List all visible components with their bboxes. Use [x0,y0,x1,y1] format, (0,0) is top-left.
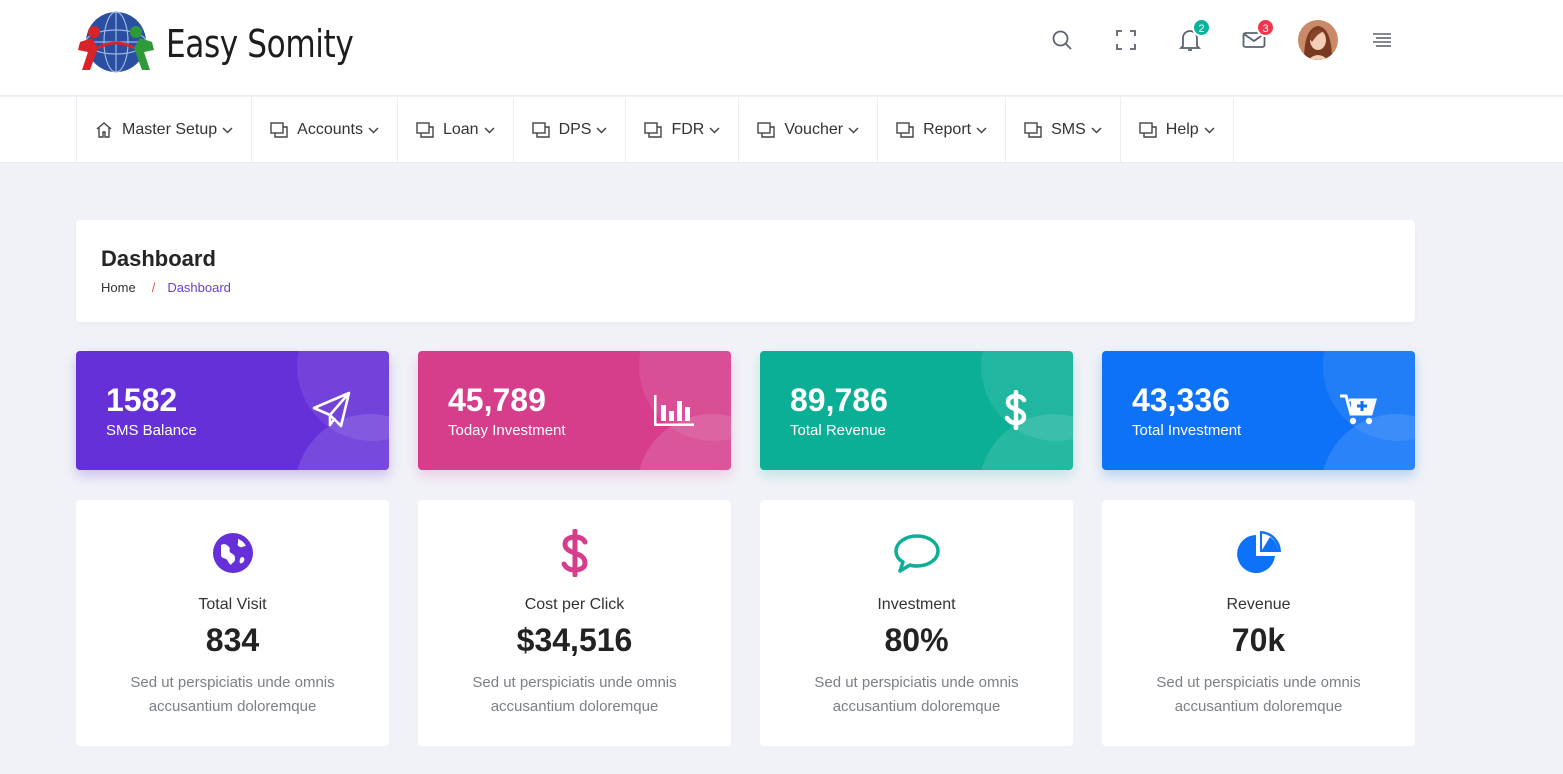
copy-icon [1139,122,1157,138]
chevron-down-icon [848,126,859,134]
stat-value: 43,336 [1132,382,1230,418]
stat-label: Today Investment [448,422,566,439]
info-label: Cost per Click [524,596,625,613]
chevron-down-icon [596,126,607,134]
page-title: Dashboard [101,246,216,271]
dollar-icon [418,528,731,578]
copy-icon [416,122,434,138]
nav-item-master-setup[interactable]: Master Setup [77,97,253,163]
info-label: Total Visit [198,596,267,613]
copy-icon [1024,122,1042,138]
nav-item-label: Help [1165,121,1199,138]
nav-item-label: Voucher [784,121,844,138]
top-header: Easy Somity 2 3 [0,0,1563,96]
stat-label: Total Revenue [790,422,886,439]
menu-icon[interactable] [1360,20,1404,60]
copy-icon [757,122,776,138]
stat-card-sms-balance[interactable]: 1582 SMS Balance [76,351,389,470]
nav-item-voucher[interactable]: Voucher [739,97,879,163]
breadcrumb-separator: / [151,280,156,295]
dollar-icon [995,389,1037,431]
chevron-down-icon [368,126,379,134]
nav-item-label: Loan [442,121,479,138]
nav-item-help[interactable]: Help [1121,97,1234,163]
messages-button[interactable]: 3 [1232,18,1276,60]
stat-label: Total Investment [1132,422,1242,439]
info-card-investment: Investment 80% Sed ut perspiciatis unde … [760,500,1073,746]
chevron-down-icon [1091,126,1102,134]
info-value: $34,516 [516,622,633,658]
cart-plus-icon [1337,389,1379,431]
nav-item-label: Accounts [297,121,363,138]
chat-bubble-icon [760,528,1073,578]
search-icon[interactable] [1040,20,1084,60]
notification-count-badge: 2 [1192,18,1211,37]
main-navigation: Master Setup Accounts Loan DPS FDR Vouch… [0,97,1563,163]
stat-card-today-investment[interactable]: 45,789 Today Investment [418,351,731,470]
breadcrumb-home-link[interactable]: Home [101,280,136,295]
info-value: 80% [884,622,949,658]
nav-item-dps[interactable]: DPS [514,97,627,163]
paper-plane-icon [311,389,353,431]
chevron-down-icon [976,126,987,134]
globe-icon [76,528,389,578]
stat-label: SMS Balance [106,422,197,439]
info-description: Sed ut perspiciatis unde omnis accusanti… [472,674,677,715]
copy-icon [270,122,288,138]
brand-name: Easy Somity [166,22,354,66]
info-card-revenue: Revenue 70k Sed ut perspiciatis unde omn… [1102,500,1415,746]
info-card-cost-per-click: Cost per Click $34,516 Sed ut perspiciat… [418,500,731,746]
fullscreen-icon[interactable] [1104,20,1148,60]
globe-logo-icon [76,8,154,80]
nav-item-accounts[interactable]: Accounts [252,97,398,163]
nav-item-label: Master Setup [122,121,218,138]
stat-card-total-revenue[interactable]: 89,786 Total Revenue [760,351,1073,470]
chevron-down-icon [222,126,233,134]
stat-value: 45,789 [448,382,546,418]
copy-icon [644,122,663,138]
info-label: Revenue [1226,596,1291,613]
message-count-badge: 3 [1256,18,1275,37]
bar-chart-icon [653,389,695,431]
info-value: 834 [205,622,260,658]
pie-chart-icon [1102,528,1415,578]
nav-item-label: DPS [558,121,592,138]
breadcrumb-current: Dashboard [167,280,231,295]
nav-item-fdr[interactable]: FDR [626,97,740,163]
user-avatar-button[interactable] [1296,20,1340,60]
chevron-down-icon [484,126,495,134]
info-label: Investment [877,596,956,613]
chevron-down-icon [1204,126,1215,134]
notifications-button[interactable]: 2 [1168,18,1212,60]
stat-card-total-investment[interactable]: 43,336 Total Investment [1102,351,1415,470]
nav-item-label: Report [923,121,972,138]
page-title-card: Dashboard Home / Dashboard [76,220,1415,322]
brand-logo[interactable]: Easy Somity [76,8,395,80]
nav-item-report[interactable]: Report [878,97,1007,163]
stat-value: 89,786 [790,382,888,418]
info-description: Sed ut perspiciatis unde omnis accusanti… [1156,674,1361,715]
nav-item-loan[interactable]: Loan [398,97,514,163]
copy-icon [896,122,914,138]
breadcrumb: Home / Dashboard [101,280,231,295]
nav-item-sms[interactable]: SMS [1006,97,1121,163]
nav-item-label: SMS [1051,121,1086,138]
info-description: Sed ut perspiciatis unde omnis accusanti… [130,674,335,715]
avatar [1298,20,1338,60]
info-card-total-visit: Total Visit 834 Sed ut perspiciatis unde… [76,500,389,746]
stat-value: 1582 [106,382,178,418]
info-value: 70k [1231,622,1286,658]
chevron-down-icon [709,126,720,134]
nav-item-label: FDR [671,121,705,138]
info-description: Sed ut perspiciatis unde omnis accusanti… [814,674,1019,715]
home-icon [96,122,112,138]
copy-icon [531,122,550,138]
